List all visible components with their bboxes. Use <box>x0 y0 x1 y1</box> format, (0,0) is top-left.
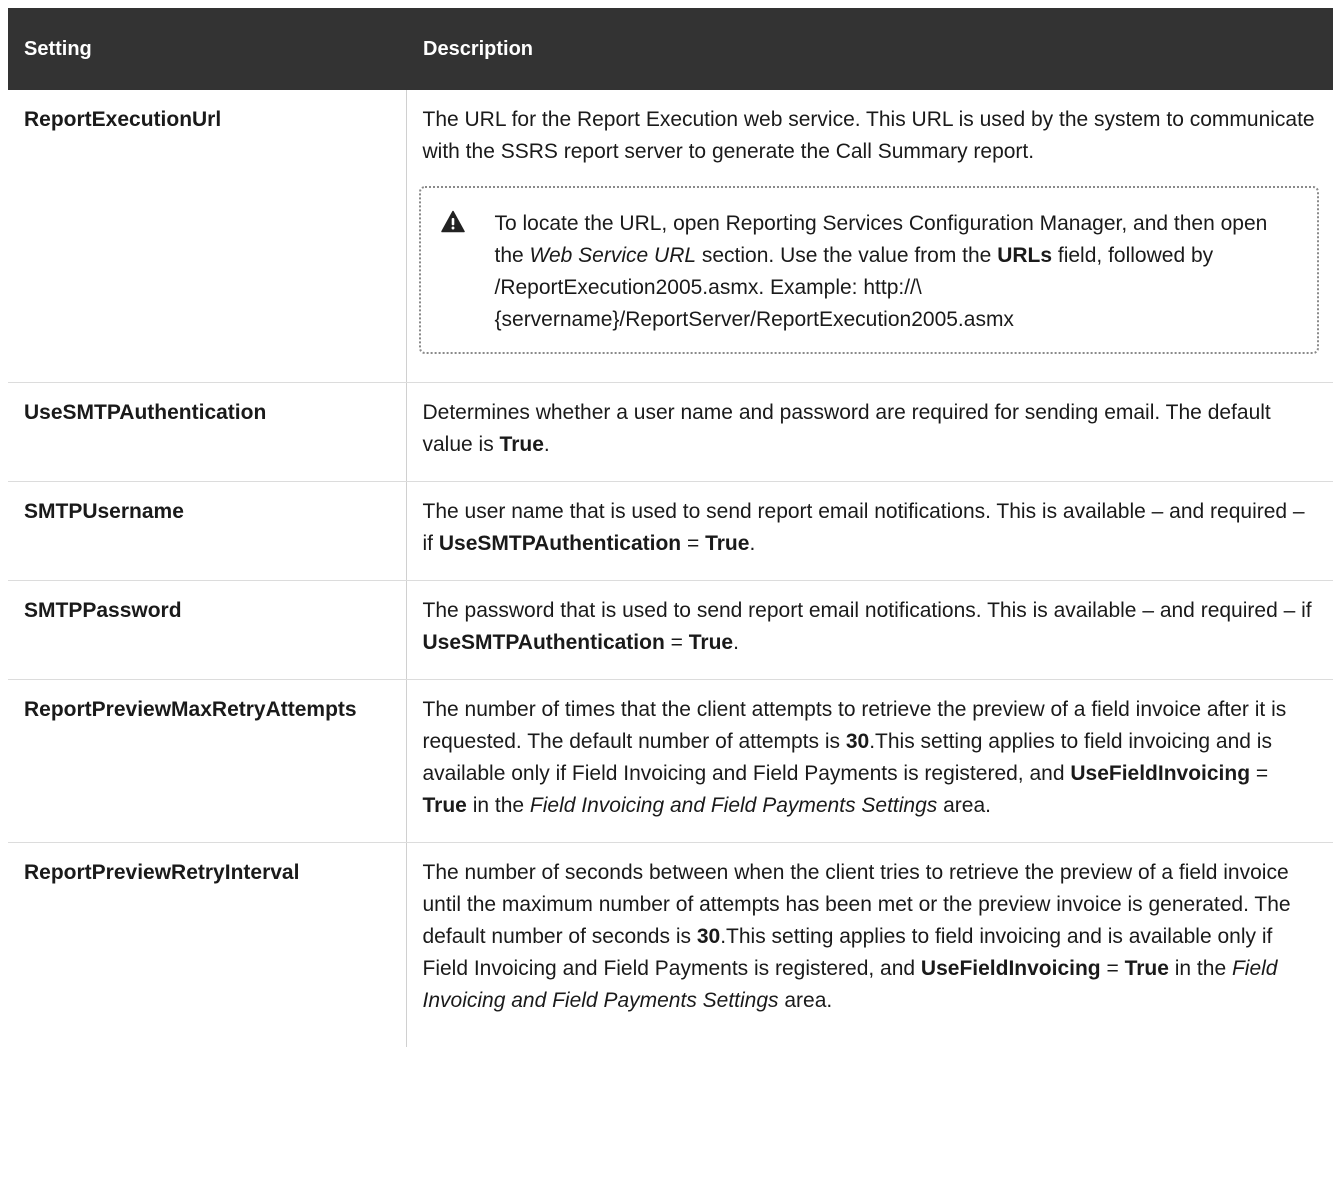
table-row: SMTPPassword The password that is used t… <box>8 580 1333 680</box>
column-header-description: Description <box>406 8 1333 90</box>
setting-description: The user name that is used to send repor… <box>406 481 1333 581</box>
setting-name: SMTPUsername <box>8 481 407 581</box>
setting-description: Determines whether a user name and passw… <box>406 382 1333 482</box>
table-row: ReportPreviewMaxRetryAttempts The number… <box>8 679 1333 843</box>
description-text: The URL for the Report Execution web ser… <box>422 108 1315 163</box>
setting-name: ReportPreviewRetryInterval <box>8 842 407 1047</box>
setting-description: The URL for the Report Execution web ser… <box>406 90 1333 383</box>
table-row: UseSMTPAuthentication Determines whether… <box>8 382 1333 482</box>
setting-name: ReportExecutionUrl <box>8 90 407 383</box>
settings-table: Setting Description ReportExecutionUrl T… <box>8 8 1333 1047</box>
column-header-setting: Setting <box>8 8 406 90</box>
page-top-margin <box>0 0 1333 8</box>
table-header: Setting Description <box>8 8 1333 90</box>
setting-description: The number of seconds between when the c… <box>422 861 1291 1012</box>
warning-icon <box>440 210 465 238</box>
setting-name: ReportPreviewMaxRetryAttempts <box>8 679 407 843</box>
web-service-url-label: Web Service URL <box>529 244 697 267</box>
setting-name: UseSMTPAuthentication <box>8 382 407 482</box>
setting-description: The number of times that the client atte… <box>406 679 1333 843</box>
table-row: SMTPUsername The user name that is used … <box>8 481 1333 581</box>
setting-name: SMTPPassword <box>8 580 407 680</box>
header-row: Setting Description <box>8 8 1333 90</box>
setting-description: The password that is used to send report… <box>406 580 1333 680</box>
table-row: ReportPreviewRetryInterval The number of… <box>8 842 1333 1047</box>
table-row: ReportExecutionUrl The URL for the Repor… <box>8 90 1333 383</box>
warning-note: To locate the URL, open Reporting Servic… <box>418 186 1319 354</box>
warning-note-text: To locate the URL, open Reporting Servic… <box>494 212 1268 331</box>
urls-field-label: URLs <box>997 244 1053 267</box>
